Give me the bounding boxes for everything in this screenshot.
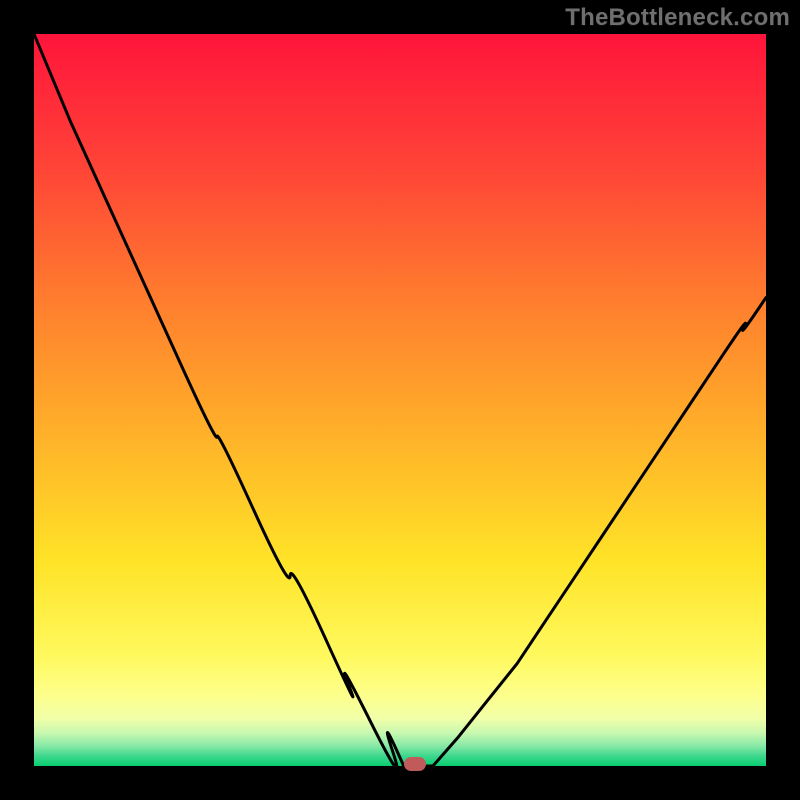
plot-background	[34, 34, 766, 766]
chart-frame: TheBottleneck.com	[0, 0, 800, 800]
plot-area	[34, 34, 766, 766]
optimal-marker	[404, 757, 426, 771]
watermark-text: TheBottleneck.com	[565, 4, 790, 32]
chart-svg	[34, 34, 766, 766]
